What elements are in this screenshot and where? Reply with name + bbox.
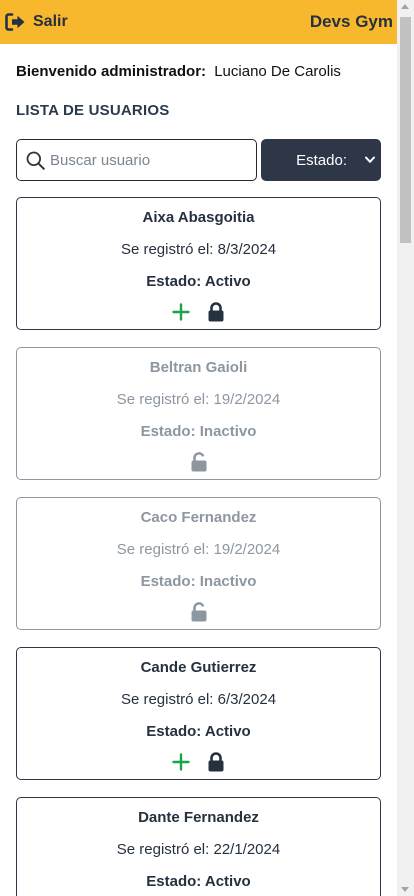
lock-icon[interactable] (207, 752, 225, 772)
user-name: Caco Fernandez (140, 509, 257, 526)
user-card: Dante Fernandez Se registró el: 22/1/2024… (16, 797, 381, 896)
chevron-down-icon (365, 156, 375, 163)
admin-name: Luciano De Carolis (214, 63, 341, 80)
user-list: Aixa Abasgoitia Se registró el: 8/3/2024 E… (16, 197, 381, 896)
user-name: Beltran Gaioli (149, 359, 248, 376)
plus-icon[interactable] (172, 303, 190, 321)
status-filter-select[interactable]: Estado: (261, 139, 381, 181)
filters-row: Estado: (16, 139, 381, 181)
registration-date: Se registró el: 8/3/2024 (120, 241, 277, 258)
user-status: Estado: Activo (146, 723, 251, 740)
section-title: LISTA DE USUARIOS (16, 102, 170, 119)
scroll-down-arrow[interactable] (401, 887, 409, 892)
unlock-icon[interactable] (190, 452, 208, 472)
scrollbar[interactable] (397, 0, 414, 896)
user-name: Dante Fernandez (138, 809, 259, 826)
logout-label: Salir (33, 13, 68, 30)
user-status: Estado: Activo (146, 873, 251, 890)
scroll-up-arrow[interactable] (401, 4, 409, 9)
registration-date: Se registró el: 22/1/2024 (116, 841, 281, 858)
registration-date: Se registró el: 19/2/2024 (116, 391, 281, 408)
logout-button[interactable]: Salir (5, 13, 68, 31)
user-actions (17, 301, 380, 323)
user-actions (17, 451, 380, 473)
user-card: Cande Gutierrez Se registró el: 6/3/2024 E… (16, 647, 381, 780)
user-actions (17, 751, 380, 773)
search-icon (26, 151, 45, 170)
viewport: Salir Devs Gym Bienvenido administrador:… (0, 0, 397, 896)
user-name: Aixa Abasgoitia (142, 209, 255, 226)
registration-date: Se registró el: 19/2/2024 (116, 541, 281, 558)
user-name: Cande Gutierrez (140, 659, 257, 676)
user-status: Estado: Inactivo (140, 573, 257, 590)
scrollbar-thumb[interactable] (400, 17, 411, 243)
status-filter-label: Estado: (296, 151, 347, 169)
user-status: Estado: Activo (146, 273, 251, 290)
top-bar: Salir Devs Gym (0, 0, 397, 44)
registration-date: Se registró el: 6/3/2024 (120, 691, 277, 708)
welcome-line: Bienvenido administrador: Luciano De Car… (16, 63, 397, 80)
user-status: Estado: Inactivo (140, 423, 257, 440)
user-card: Caco Fernandez Se registró el: 19/2/2024 E… (16, 497, 381, 630)
plus-icon[interactable] (172, 753, 190, 771)
user-card: Beltran Gaioli Se registró el: 19/2/2024 E… (16, 347, 381, 480)
search-input[interactable] (50, 141, 250, 179)
sign-out-icon (5, 13, 26, 31)
welcome-label: Bienvenido administrador: (16, 63, 207, 80)
user-actions (17, 601, 380, 623)
user-card: Aixa Abasgoitia Se registró el: 8/3/2024 E… (16, 197, 381, 330)
lock-icon[interactable] (207, 302, 225, 322)
unlock-icon[interactable] (190, 602, 208, 622)
search-box (16, 139, 257, 181)
brand-title: Devs Gym (309, 12, 393, 31)
